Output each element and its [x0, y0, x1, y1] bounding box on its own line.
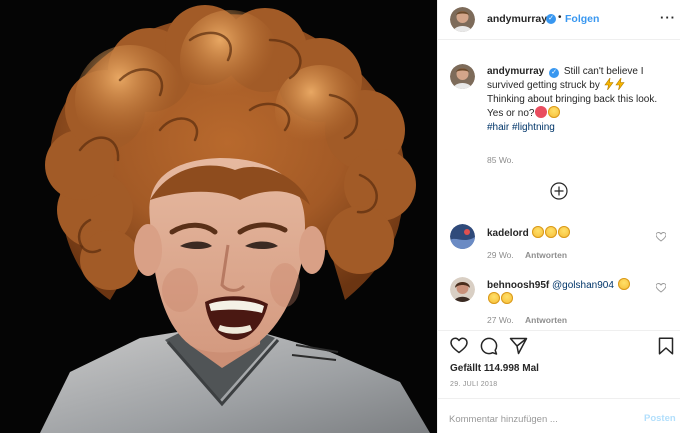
- more-options-icon[interactable]: ···: [660, 10, 676, 25]
- post-date: 29. JULI 2018: [450, 381, 498, 388]
- follow-button[interactable]: Folgen: [565, 13, 599, 25]
- divider: [438, 330, 680, 331]
- laughing-emoji-icon: [617, 278, 630, 290]
- lightning-emoji-icon: [615, 77, 625, 91]
- instagram-post-modal: andymurray ✓ • Folgen ··· andymurray ✓ S…: [0, 0, 680, 433]
- likes-count[interactable]: Gefällt 114.998 Mal: [450, 363, 539, 374]
- caption-line-2: Thinking about bringing back this look.: [487, 93, 658, 105]
- post-photo[interactable]: [0, 0, 437, 433]
- reply-button[interactable]: Antworten: [525, 250, 567, 260]
- separator-dot: •: [558, 12, 562, 23]
- verified-badge-icon: ✓: [549, 68, 560, 78]
- heart-icon[interactable]: [450, 337, 468, 354]
- laughing-emoji-icon: [488, 292, 500, 305]
- caption-avatar[interactable]: [450, 64, 475, 89]
- commenter-avatar[interactable]: [450, 277, 475, 302]
- laughing-emoji-icon: [501, 292, 513, 305]
- clown-emoji-icon: [535, 106, 548, 119]
- bookmark-icon[interactable]: [658, 337, 674, 355]
- comment-1: kadelord: [487, 226, 652, 240]
- crying-emoji-icon: [545, 226, 558, 238]
- add-comment-bar: Posten: [438, 398, 680, 433]
- laughing-emoji-icon: [548, 106, 561, 119]
- comment-username[interactable]: behnoosh95f: [487, 280, 549, 291]
- lightning-emoji-icon: [604, 77, 614, 91]
- hashtag-lightning[interactable]: #lightning: [512, 122, 555, 133]
- post-sidebar: andymurray ✓ • Folgen ··· andymurray ✓ S…: [437, 0, 680, 433]
- commenter-avatar[interactable]: [450, 224, 475, 249]
- post-comment-button[interactable]: Posten: [644, 413, 676, 424]
- crying-emoji-icon: [532, 226, 545, 238]
- comment-username[interactable]: kadelord: [487, 228, 529, 239]
- caption-username[interactable]: andymurray: [487, 66, 544, 77]
- verified-badge-icon: ✓: [546, 14, 556, 24]
- post-caption: andymurray ✓ Still can't believe I survi…: [487, 65, 673, 134]
- caption-line-3: Yes or no?: [487, 108, 535, 120]
- heart-icon[interactable]: [656, 283, 666, 293]
- share-icon[interactable]: [509, 337, 528, 355]
- author-username[interactable]: andymurray: [487, 13, 547, 25]
- crying-emoji-icon: [558, 226, 571, 238]
- comment-timestamp: 27 Wo.: [487, 315, 514, 325]
- hashtag-hair[interactable]: #hair: [487, 122, 509, 133]
- caption-timestamp: 85 Wo.: [487, 155, 514, 165]
- comment-timestamp: 29 Wo.: [487, 250, 514, 260]
- reply-button[interactable]: Antworten: [525, 315, 567, 325]
- author-avatar[interactable]: [450, 7, 475, 32]
- comment-2: behnoosh95f @golshan904: [487, 278, 652, 307]
- comment-icon[interactable]: [480, 337, 498, 355]
- post-header: andymurray ✓ • Folgen ···: [438, 0, 680, 40]
- photo-illustration: [0, 0, 437, 433]
- comment-input[interactable]: [449, 412, 619, 426]
- comment-mention[interactable]: @golshan904: [552, 280, 614, 291]
- heart-icon[interactable]: [656, 232, 666, 242]
- plus-circle-icon[interactable]: [550, 182, 568, 200]
